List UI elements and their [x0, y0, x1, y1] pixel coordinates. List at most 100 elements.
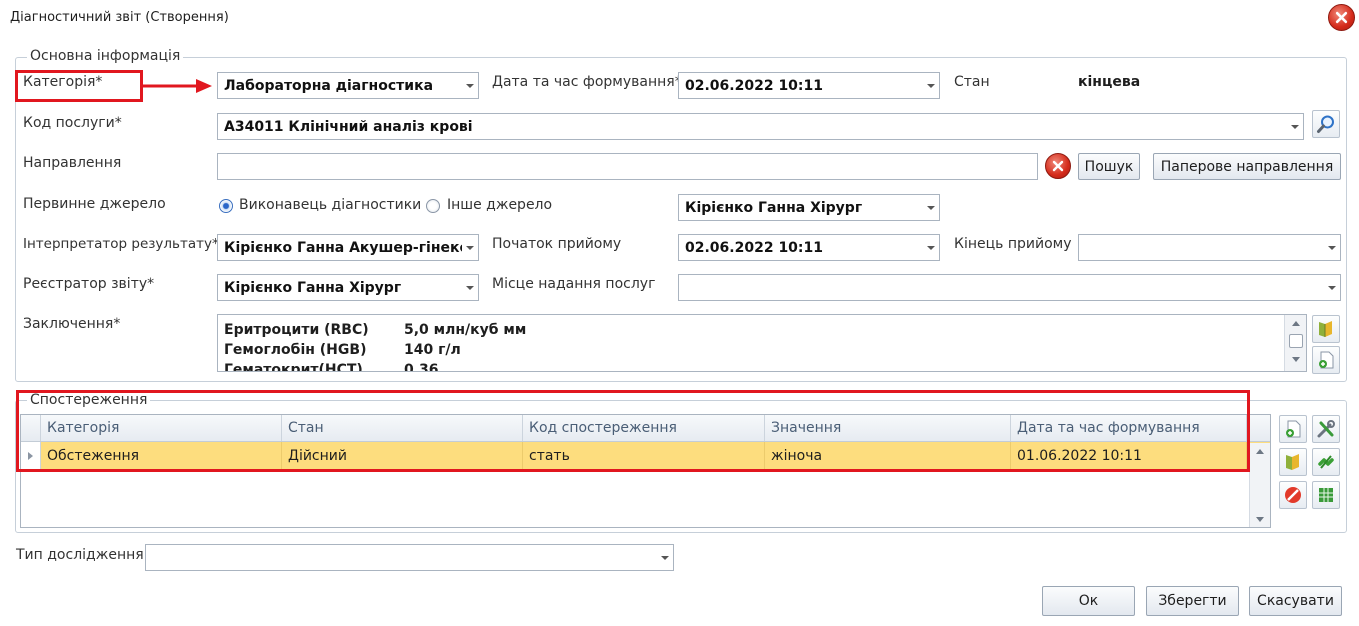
place-label: Місце надання послуг: [492, 276, 656, 292]
radio-executor-label[interactable]: Виконавець діагностики: [239, 197, 421, 213]
link-icon: [1318, 455, 1334, 469]
start-combo[interactable]: 02.06.2022 10:11: [678, 234, 940, 261]
scroll-down-icon[interactable]: [1285, 351, 1306, 367]
magnifier-icon: [1317, 115, 1334, 133]
tools-icon: [1317, 420, 1335, 438]
conclusion-line: Гематокрит(HCT) 0,36: [224, 362, 439, 372]
start-label: Початок прийому: [492, 236, 622, 252]
conclusion-label: Заключення*: [23, 316, 121, 332]
end-combo[interactable]: [1078, 234, 1341, 261]
title-bar: Діагностичний звіт (Створення): [0, 0, 1359, 36]
close-button[interactable]: [1328, 4, 1355, 31]
template-observation-button[interactable]: [1279, 448, 1307, 476]
export-observation-button[interactable]: [1312, 481, 1340, 509]
registrar-combo[interactable]: Кірієнко Ганна Хірург: [217, 274, 479, 301]
column-header-datetime[interactable]: Дата та час формування: [1011, 415, 1247, 441]
service-code-value: А34011 Клінічний аналіз крові: [224, 118, 473, 135]
place-combo[interactable]: [678, 274, 1341, 301]
chevron-down-icon[interactable]: [462, 275, 478, 300]
grid-scrollbar[interactable]: [1249, 443, 1270, 527]
source-person-combo[interactable]: Кірієнко Ганна Хірург: [678, 194, 940, 221]
row-indicator-icon: [21, 442, 41, 469]
end-label: Кінець прийому: [954, 236, 1072, 252]
chevron-down-icon[interactable]: [923, 73, 939, 98]
template-book-button[interactable]: [1312, 315, 1340, 343]
window-title: Діагностичний звіт (Створення): [10, 10, 229, 25]
cell-state[interactable]: Дійсний: [282, 442, 523, 469]
edit-observation-button[interactable]: [1312, 415, 1340, 443]
paper-referral-button[interactable]: Паперове направлення: [1153, 153, 1341, 180]
column-header-category[interactable]: Категорія: [41, 415, 282, 441]
link-observation-button[interactable]: [1312, 448, 1340, 476]
scroll-up-icon[interactable]: [1285, 315, 1306, 331]
ok-button[interactable]: Ок: [1042, 586, 1135, 616]
formed-datetime-value: 02.06.2022 10:11: [685, 77, 824, 94]
book-icon: [1319, 321, 1332, 337]
column-header-code[interactable]: Код спостереження: [523, 415, 765, 441]
service-code-label: Код послуги*: [23, 115, 122, 131]
registrar-label: Реєстратор звіту*: [23, 276, 155, 292]
clear-icon: [1052, 160, 1064, 172]
delete-observation-button[interactable]: [1279, 481, 1307, 509]
referral-label: Направлення: [23, 155, 122, 171]
radio-other-source-label[interactable]: Інше джерело: [447, 197, 552, 213]
scroll-thumb[interactable]: [1288, 334, 1303, 348]
scroll-up-icon[interactable]: [1250, 443, 1270, 459]
column-header-value[interactable]: Значення: [765, 415, 1011, 441]
add-observation-button[interactable]: [1279, 415, 1307, 443]
cell-code[interactable]: стать: [523, 442, 765, 469]
close-icon: [1335, 11, 1348, 24]
spreadsheet-icon: [1319, 488, 1333, 502]
chevron-down-icon[interactable]: [923, 195, 939, 220]
state-label: Стан: [954, 74, 990, 90]
chevron-down-icon[interactable]: [1287, 114, 1303, 139]
radio-executor[interactable]: [219, 199, 233, 213]
clear-referral-button[interactable]: [1045, 153, 1071, 179]
referral-search-button[interactable]: Пошук: [1078, 153, 1140, 180]
chevron-down-icon[interactable]: [462, 73, 478, 98]
source-person-value: Кірієнко Ганна Хірург: [685, 199, 863, 216]
scroll-down-icon[interactable]: [1250, 511, 1270, 527]
document-add-icon: [1286, 420, 1301, 438]
formed-datetime-label: Дата та час формування*: [492, 74, 682, 90]
formed-datetime-combo[interactable]: 02.06.2022 10:11: [678, 72, 940, 99]
document-add-icon: [1319, 351, 1334, 369]
chevron-down-icon[interactable]: [923, 235, 939, 260]
conclusion-line: Гемоглобін (HGB) 140 г/л: [224, 342, 461, 358]
study-type-combo[interactable]: [145, 544, 674, 571]
observations-grid: Категорія Стан Код спостереження Значенн…: [20, 414, 1271, 528]
chevron-down-icon[interactable]: [462, 235, 478, 260]
interpreter-combo[interactable]: Кірієнко Ганна Акушер-гінеколог: [217, 234, 479, 261]
study-type-label: Тип дослідження: [16, 547, 144, 563]
start-value: 02.06.2022 10:11: [685, 239, 824, 256]
radio-other-source[interactable]: [426, 199, 440, 213]
cell-datetime[interactable]: 01.06.2022 10:11: [1011, 442, 1247, 469]
state-value: кінцева: [1078, 74, 1141, 90]
chevron-down-icon[interactable]: [1324, 275, 1340, 300]
column-header-state[interactable]: Стан: [282, 415, 523, 441]
conclusion-scrollbar[interactable]: [1284, 315, 1306, 371]
table-row[interactable]: Обстеження Дійсний стать жіноча 01.06.20…: [21, 442, 1270, 470]
conclusion-memo[interactable]: Еритроцити (RBC) 5,0 млн/куб мм Гемоглобі…: [217, 314, 1307, 372]
annotation-arrow-icon: [140, 79, 212, 93]
category-value: Лабораторна діагностика: [224, 77, 434, 94]
save-button[interactable]: Зберегти: [1146, 586, 1239, 616]
service-code-combo[interactable]: А34011 Клінічний аналіз крові: [217, 113, 1304, 140]
chevron-down-icon[interactable]: [657, 545, 673, 570]
category-combo[interactable]: Лабораторна діагностика: [217, 72, 479, 99]
category-label: Категорія*: [23, 74, 103, 90]
observations-group-label: Спостереження: [27, 392, 151, 408]
interpreter-value: Кірієнко Ганна Акушер-гінеколог: [224, 239, 462, 256]
source-label: Первинне джерело: [23, 196, 166, 212]
cancel-button[interactable]: Скасувати: [1249, 586, 1342, 616]
cell-category[interactable]: Обстеження: [41, 442, 282, 469]
book-icon: [1286, 454, 1299, 470]
chevron-down-icon[interactable]: [1324, 235, 1340, 260]
service-search-button[interactable]: [1312, 110, 1340, 138]
referral-input[interactable]: [217, 153, 1038, 180]
grid-header: Категорія Стан Код спостереження Значенн…: [21, 415, 1270, 442]
registrar-value: Кірієнко Ганна Хірург: [224, 279, 402, 296]
cell-value[interactable]: жіноча: [765, 442, 1011, 469]
main-info-group-label: Основна інформація: [27, 48, 184, 64]
add-document-button[interactable]: [1312, 346, 1340, 374]
